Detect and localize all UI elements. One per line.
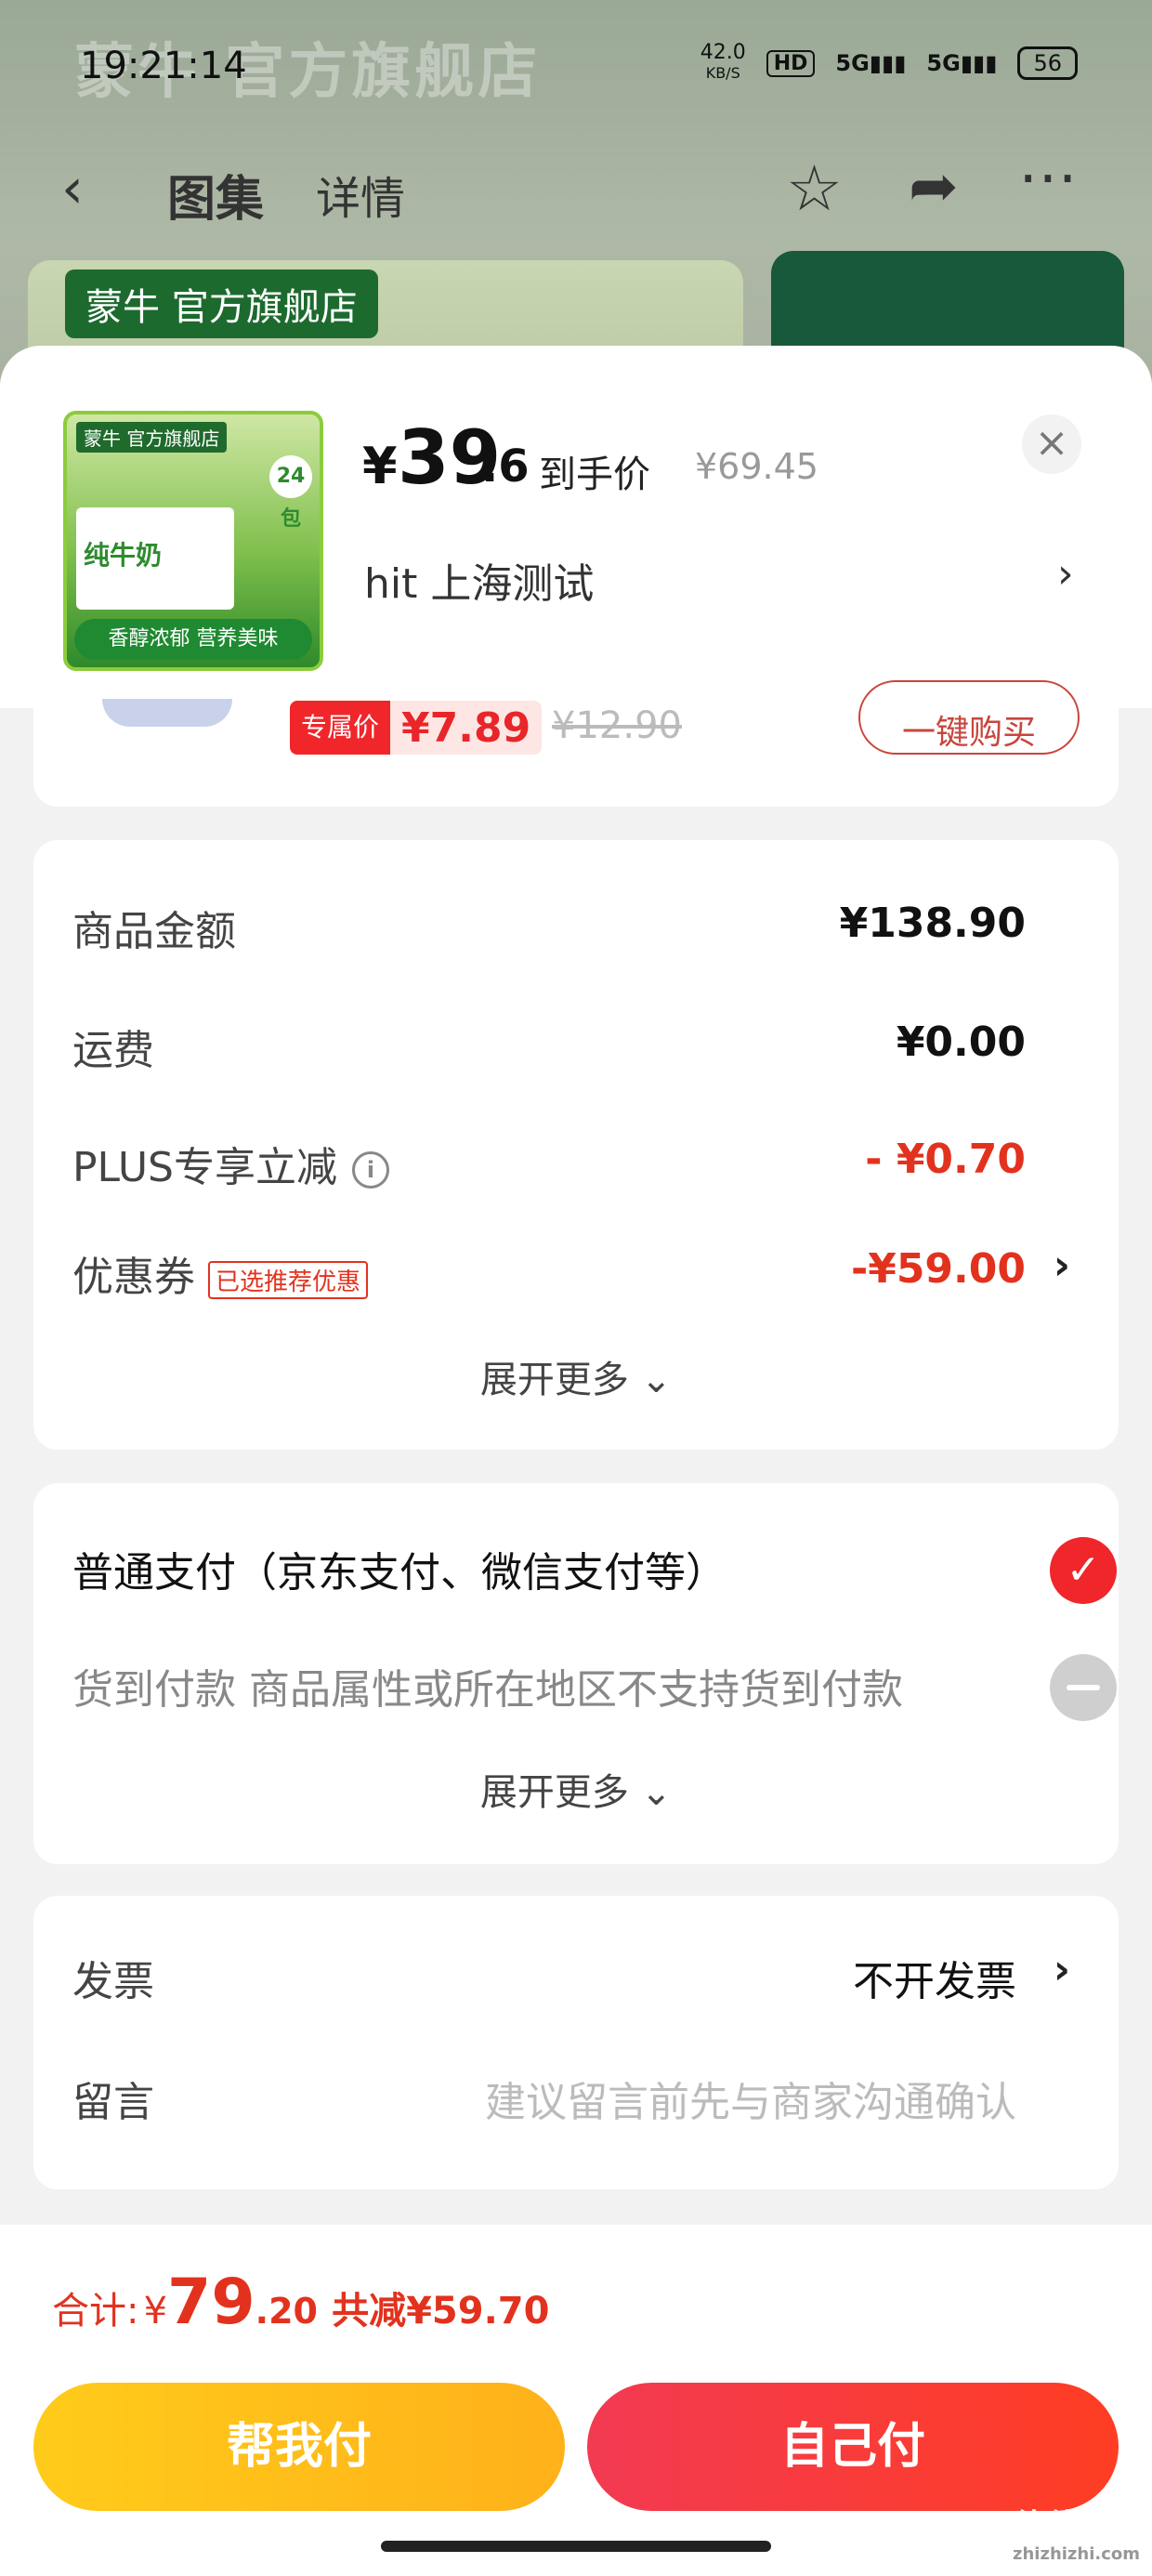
product-thumbnail: 蒙牛 官方旗舰店 24包 纯牛奶 香醇浓郁 营养美味 <box>63 411 323 671</box>
exclusive-price: ¥7.89 <box>401 703 531 752</box>
status-time: 19:21:14 <box>80 45 247 87</box>
help-me-pay-button[interactable]: 帮我付 <box>33 2383 565 2511</box>
item-original-price: ¥12.90 <box>552 704 682 747</box>
status-bar: 19:21:14 42.0 KB/S HD 5G▮▮▮ 5G▮▮▮ 56 <box>0 0 1152 139</box>
payment-option-normal[interactable]: 普通支付（京东支付、微信支付等） <box>72 1539 727 1598</box>
payment-method-card: 普通支付（京东支付、微信支付等） ✓ 货到付款 商品属性或所在地区不支持货到付款… <box>33 1483 1119 1864</box>
plus-discount-row: PLUS专享立减 i <box>72 1134 389 1193</box>
more-icon[interactable]: ⋯ <box>1018 143 1078 212</box>
thumb-badge: 24包 <box>269 455 312 531</box>
original-price: ¥69.45 <box>695 446 818 487</box>
message-label: 留言 <box>72 2079 154 2126</box>
coupon-row[interactable]: 优惠券 已选推荐优惠 <box>72 1243 369 1303</box>
watermark-logo: 值值值 zhizhizhi.com <box>1013 2508 1141 2564</box>
order-total: 合计: ¥79.20 共减¥59.70 <box>52 2266 550 2339</box>
close-icon[interactable]: × <box>1022 414 1081 474</box>
invoice-value[interactable]: 不开发票 <box>853 1948 1016 2007</box>
background-store-logo: 蒙牛 官方旗舰店 <box>65 269 378 338</box>
product-item-image <box>102 699 232 727</box>
price-decimal: .6 <box>481 440 530 493</box>
signal-icon-2: 5G▮▮▮ <box>926 50 998 76</box>
coupon-recommended-tag: 已选推荐优惠 <box>208 1260 369 1299</box>
battery-icon: 56 <box>1017 46 1078 80</box>
delivery-address[interactable]: hit 上海测试 <box>364 550 594 610</box>
invoice-chevron-icon[interactable]: › <box>1054 1946 1070 1993</box>
plus-discount-value: - ¥0.70 <box>865 1136 1026 1183</box>
star-icon[interactable]: ☆ <box>786 152 843 226</box>
exclusive-price-tag: 专属价 ¥7.89 <box>290 701 543 755</box>
price-label: 到手价 <box>539 453 650 496</box>
address-chevron-icon[interactable]: › <box>1057 550 1074 598</box>
payment-option-cod: 货到付款 商品属性或所在地区不支持货到付款 <box>72 1666 903 1714</box>
status-icons: 42.0 KB/S HD 5G▮▮▮ 5G▮▮▮ 56 <box>700 43 1078 84</box>
goods-amount-value: ¥138.90 <box>839 900 1026 947</box>
thumb-package: 纯牛奶 <box>76 507 234 610</box>
summary-expand-more[interactable]: 展开更多 ⌄ <box>33 1349 1119 1403</box>
hd-icon: HD <box>766 49 816 77</box>
coupon-value: -¥59.00 <box>850 1245 1026 1293</box>
tab-gallery[interactable]: 图集 <box>167 160 264 230</box>
net-speed: 42.0 KB/S <box>700 41 746 83</box>
goods-amount-label: 商品金额 <box>72 908 236 955</box>
check-icon[interactable]: ✓ <box>1050 1537 1117 1604</box>
share-icon[interactable]: ➦ <box>909 152 959 221</box>
disabled-icon <box>1050 1654 1117 1721</box>
tab-detail[interactable]: 详情 <box>316 162 405 227</box>
price-currency: ¥ <box>362 437 398 495</box>
thumb-brand: 蒙牛 官方旗舰店 <box>76 422 228 453</box>
payment-expand-more[interactable]: 展开更多 ⌄ <box>33 1762 1119 1816</box>
invoice-label: 发票 <box>72 1958 154 2005</box>
total-saved: 共减¥59.70 <box>332 2290 550 2333</box>
message-input[interactable]: 建议留言前先与商家沟通确认 <box>485 2069 1016 2128</box>
product-nav: ‹ 图集 详情 ☆ ➦ ⋯ <box>0 143 1152 242</box>
shipping-value: ¥0.00 <box>896 1019 1026 1066</box>
pay-myself-button[interactable]: 自己付 <box>587 2383 1119 2511</box>
signal-icon: 5G▮▮▮ <box>835 50 907 76</box>
shipping-label: 运费 <box>72 1027 154 1074</box>
price-summary-card: 商品金额 ¥138.90 运费 ¥0.00 PLUS专享立减 i - ¥0.70 … <box>33 840 1119 1450</box>
coupon-chevron-icon[interactable]: › <box>1054 1242 1070 1289</box>
one-click-buy-button[interactable]: 一键购买 <box>858 680 1080 755</box>
home-indicator[interactable] <box>381 2541 771 2552</box>
extras-card: 发票 不开发票 › 留言 建议留言前先与商家沟通确认 <box>33 1896 1119 2189</box>
thumb-tagline: 香醇浓郁 营养美味 <box>74 619 312 660</box>
info-icon[interactable]: i <box>352 1151 389 1189</box>
exclusive-label: 专属价 <box>290 701 391 755</box>
back-icon[interactable]: ‹ <box>61 156 84 221</box>
